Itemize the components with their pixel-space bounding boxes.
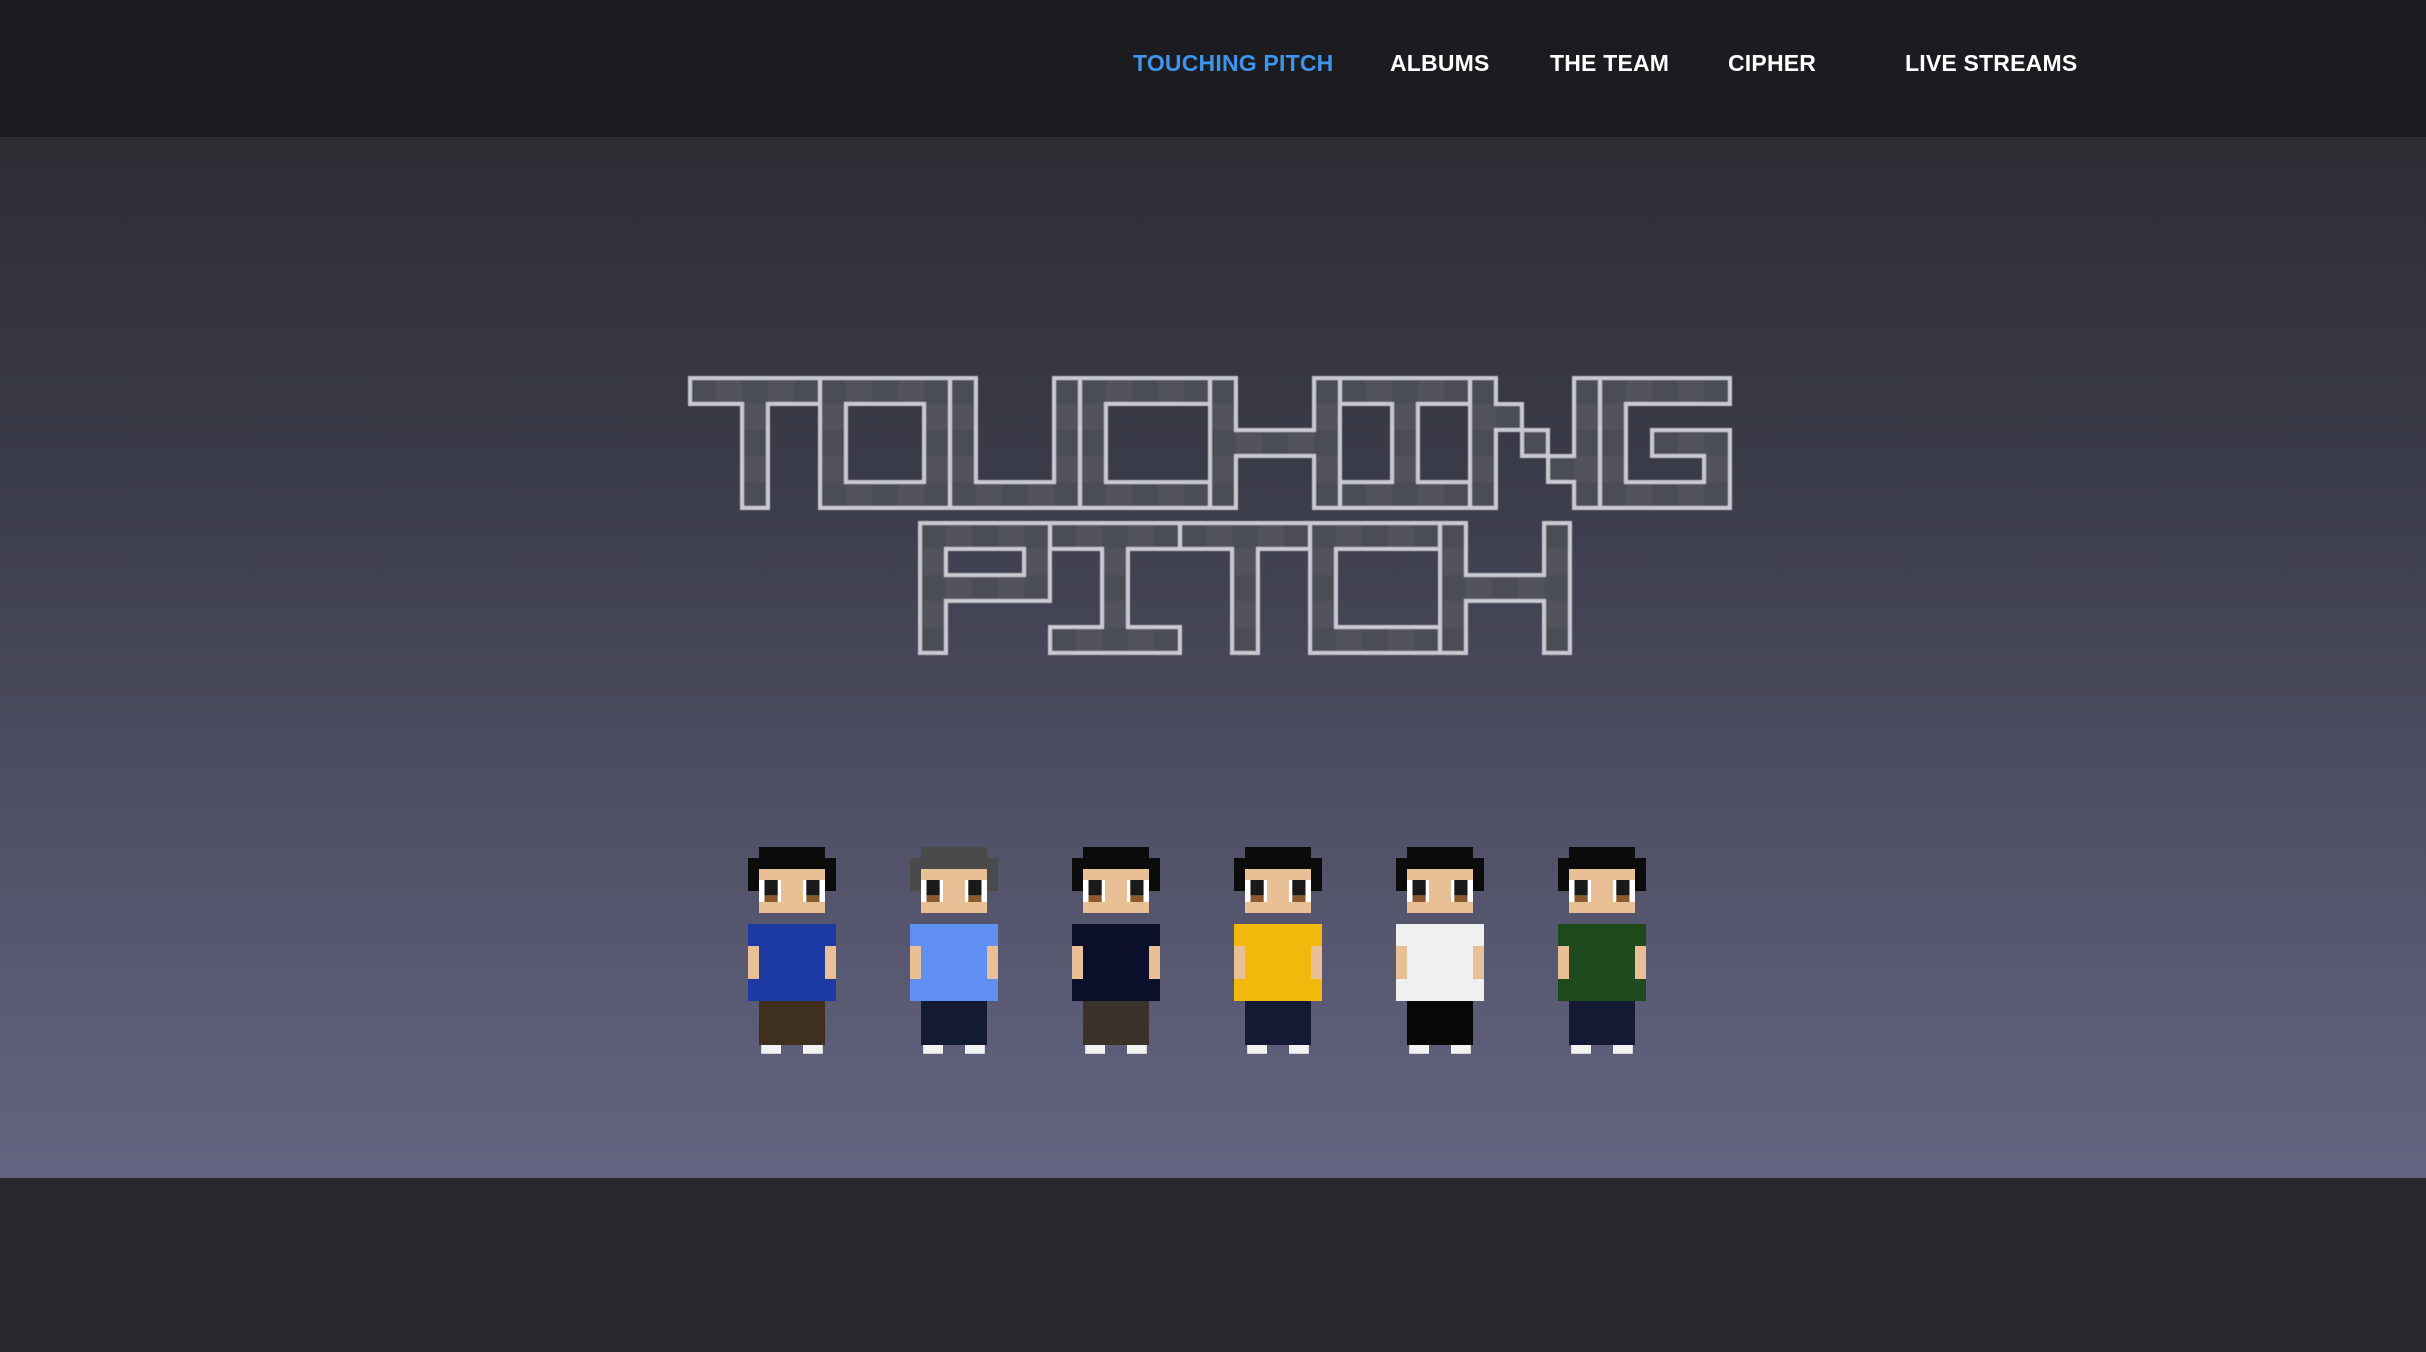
shoe xyxy=(1247,1045,1267,1054)
eye xyxy=(1412,880,1426,896)
eye-lower xyxy=(1292,895,1306,902)
shoe xyxy=(1289,1045,1309,1054)
eye xyxy=(1574,880,1588,896)
eye-lower xyxy=(1412,895,1426,902)
hair-side xyxy=(910,869,921,891)
eye xyxy=(806,880,820,896)
hair-side xyxy=(1635,869,1646,891)
shoe xyxy=(1613,1045,1633,1054)
shirt xyxy=(1072,924,1160,1001)
hair-side xyxy=(1396,869,1407,891)
band-characters xyxy=(748,847,1646,1054)
eye-lower xyxy=(968,895,982,902)
arm xyxy=(1396,946,1407,979)
leg-gap xyxy=(787,1023,798,1045)
arm xyxy=(1072,946,1083,979)
leg-gap xyxy=(949,1023,960,1045)
character-member-3 xyxy=(1072,847,1160,1054)
leg-gap xyxy=(1273,1023,1284,1045)
shoe xyxy=(1409,1045,1429,1054)
eye-lower xyxy=(764,895,778,902)
character-member-6 xyxy=(1558,847,1646,1054)
hair-side xyxy=(1072,869,1083,891)
arm xyxy=(987,946,998,979)
arm xyxy=(825,946,836,979)
top-navigation-bar: TOUCHING PITCH ALBUMS THE TEAM CIPHER LI… xyxy=(0,0,2426,137)
eye xyxy=(1454,880,1468,896)
eye xyxy=(1250,880,1264,896)
shirt xyxy=(1558,924,1646,1001)
eye xyxy=(968,880,982,896)
nav-cipher[interactable]: CIPHER xyxy=(1728,50,1816,77)
shoe xyxy=(803,1045,823,1054)
hair-side xyxy=(1149,869,1160,891)
hair-side xyxy=(1473,869,1484,891)
arm xyxy=(748,946,759,979)
arm xyxy=(1558,946,1569,979)
character-member-4 xyxy=(1234,847,1322,1054)
eye-lower xyxy=(1454,895,1468,902)
eye-lower xyxy=(806,895,820,902)
arm xyxy=(910,946,921,979)
eye-lower xyxy=(1130,895,1144,902)
hair xyxy=(1245,847,1311,858)
footer xyxy=(0,1178,2426,1352)
eye-lower xyxy=(1616,895,1630,902)
nav-touching-pitch[interactable]: TOUCHING PITCH xyxy=(1133,50,1333,77)
eye xyxy=(1292,880,1306,896)
character-member-5 xyxy=(1396,847,1484,1054)
shoe xyxy=(1451,1045,1471,1054)
eye xyxy=(1616,880,1630,896)
nav-live-streams[interactable]: LIVE STREAMS xyxy=(1905,50,2077,77)
hair-side xyxy=(987,869,998,891)
shoe xyxy=(761,1045,781,1054)
nav-the-team[interactable]: THE TEAM xyxy=(1550,50,1669,77)
hair-side xyxy=(1558,869,1569,891)
arm xyxy=(1635,946,1646,979)
eye xyxy=(1088,880,1102,896)
arm xyxy=(1149,946,1160,979)
eye xyxy=(926,880,940,896)
shirt xyxy=(1234,924,1322,1001)
shoe xyxy=(1571,1045,1591,1054)
arm xyxy=(1234,946,1245,979)
arm xyxy=(1311,946,1322,979)
hair-side xyxy=(1234,869,1245,891)
shoe xyxy=(965,1045,985,1054)
eye xyxy=(764,880,778,896)
hair-side xyxy=(748,869,759,891)
eye xyxy=(1130,880,1144,896)
nav-albums[interactable]: ALBUMS xyxy=(1390,50,1490,77)
eye-lower xyxy=(926,895,940,902)
hair-side xyxy=(1311,869,1322,891)
shoe xyxy=(1085,1045,1105,1054)
shirt xyxy=(748,924,836,1001)
eye-lower xyxy=(1574,895,1588,902)
shoe xyxy=(923,1045,943,1054)
shoe xyxy=(1127,1045,1147,1054)
eye-lower xyxy=(1250,895,1264,902)
hair xyxy=(921,847,987,858)
hair-side xyxy=(825,869,836,891)
hair xyxy=(1083,847,1149,858)
leg-gap xyxy=(1435,1023,1446,1045)
shirt xyxy=(910,924,998,1001)
character-member-1 xyxy=(748,847,836,1054)
hair xyxy=(1569,847,1635,858)
leg-gap xyxy=(1597,1023,1608,1045)
hero-banner xyxy=(0,137,2426,1178)
leg-gap xyxy=(1111,1023,1122,1045)
shirt xyxy=(1396,924,1484,1001)
hair xyxy=(759,847,825,858)
hair xyxy=(1407,847,1473,858)
eye-lower xyxy=(1088,895,1102,902)
character-member-2 xyxy=(910,847,998,1054)
arm xyxy=(1473,946,1484,979)
